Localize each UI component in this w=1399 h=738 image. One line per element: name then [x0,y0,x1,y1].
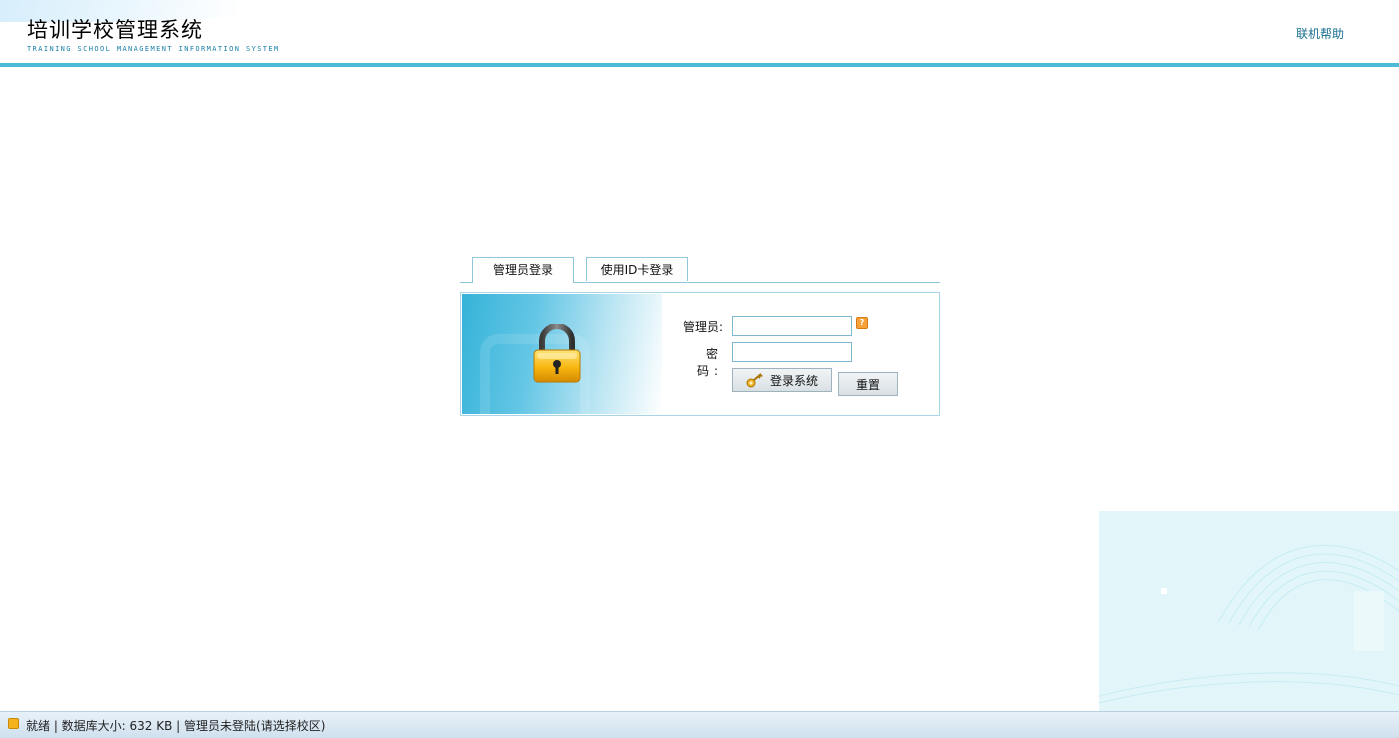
tab-idcard-login[interactable]: 使用ID卡登录 [586,257,688,281]
app-title: 培训学校管理系统 [27,18,203,42]
corner-wave-art [1099,545,1399,704]
status-bar: 就绪 | 数据库大小: 632 KB | 管理员未登陆(请选择校区) [0,711,1399,738]
reset-button[interactable]: 重置 [838,372,898,396]
login-button-label: 登录系统 [769,373,818,388]
login-tabs: 管理员登录 使用ID卡登录 [460,257,940,283]
key-icon [746,373,763,388]
admin-label: 管理员: [682,320,723,334]
login-panel: 管理员: ? 密 码: 登录系统 重置 [460,292,940,416]
tab-admin-login[interactable]: 管理员登录 [472,257,574,283]
app-subtitle: TRAINING SCHOOL MANAGEMENT INFORMATION S… [27,45,280,53]
lock-icon [533,324,581,383]
status-text: 就绪 | 数据库大小: 632 KB | 管理员未登陆(请选择校区) [26,719,326,733]
login-button[interactable]: 登录系统 [732,368,832,392]
hint-icon[interactable]: ? [856,317,868,329]
corner-decoration [1099,511,1399,711]
status-indicator-icon [8,718,19,729]
login-banner-art [462,294,662,414]
app-header: 培训学校管理系统 TRAINING SCHOOL MANAGEMENT INFO… [0,0,1399,67]
admin-username-input[interactable] [732,316,852,336]
password-input[interactable] [732,342,852,362]
password-label: 密 码: [696,347,723,378]
online-help-link[interactable]: 联机帮助 [1296,25,1344,42]
